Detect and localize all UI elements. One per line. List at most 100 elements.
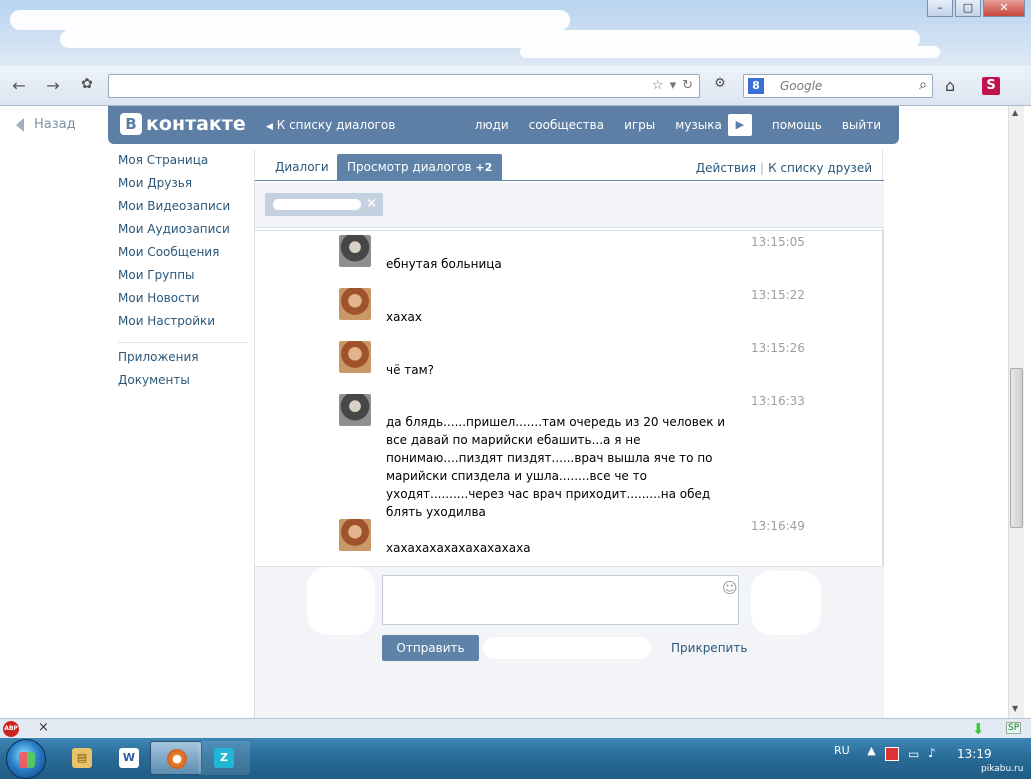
action-center-icon[interactable]: [885, 747, 899, 761]
back-label: Назад: [34, 117, 76, 132]
menu-people[interactable]: люди: [475, 118, 509, 136]
home-icon[interactable]: ⌂: [945, 76, 955, 95]
vk-logo-text: контакте: [146, 113, 246, 135]
vk-top-menu: люди сообщества игры музыка ▶ помощь вый…: [475, 114, 881, 136]
left-menu-item-groups[interactable]: Мои Группы: [118, 268, 248, 291]
scroll-down-icon[interactable]: ▼: [1012, 704, 1018, 713]
close-icon[interactable]: ×: [366, 196, 377, 211]
avatar[interactable]: [339, 519, 371, 551]
smile-icon[interactable]: ☺: [722, 579, 738, 597]
windows-logo-icon: [19, 752, 35, 768]
taskbar: ▤ W ● Z RU ▲ ▭ ♪ 13:19: [0, 738, 1031, 779]
menu-communities[interactable]: сообщества: [529, 118, 604, 136]
site-identity-icon[interactable]: ✿: [76, 76, 98, 92]
attach-link[interactable]: Прикрепить: [671, 641, 747, 655]
redaction: [307, 567, 375, 635]
avatar[interactable]: [339, 341, 371, 373]
left-menu-item-audio[interactable]: Мои Аудиозаписи: [118, 222, 248, 245]
dialogs-panel: Диалоги Просмотр диалогов +2 Действия | К …: [254, 150, 884, 718]
minimize-button[interactable]: –: [927, 0, 953, 17]
scroll-thumb[interactable]: [1010, 368, 1023, 528]
app-taskbar-button[interactable]: Z: [198, 741, 250, 775]
back-to-dialogs-link[interactable]: ◀ К списку диалогов: [266, 118, 395, 132]
tab-view-dialogs[interactable]: Просмотр диалогов +2: [337, 154, 503, 181]
left-menu: Моя Страница Мои Друзья Мои Видеозаписи …: [118, 153, 248, 396]
app-icon: Z: [214, 748, 234, 768]
left-menu-item-videos[interactable]: Мои Видеозаписи: [118, 199, 248, 222]
back-triangle-icon: [16, 117, 24, 132]
message-list: 13:15:05 ебнутая больница 13:15:22 хахах…: [255, 230, 884, 610]
message-text: чё там?: [386, 363, 435, 377]
search-box[interactable]: 8 Google ⌕: [743, 74, 933, 98]
redaction: [751, 571, 821, 635]
messages-scrollbar[interactable]: [882, 230, 884, 570]
left-menu-item-apps[interactable]: Приложения: [118, 350, 248, 373]
reload-icon[interactable]: ↻: [682, 78, 693, 93]
message-time: 13:16:33: [751, 394, 805, 408]
avatar[interactable]: [339, 394, 371, 426]
redaction: [10, 10, 570, 30]
menu-help[interactable]: помощь: [772, 118, 822, 136]
redaction: [483, 637, 651, 659]
start-button[interactable]: [6, 739, 46, 779]
friends-list-link[interactable]: К списку друзей: [768, 161, 872, 175]
message-time: 13:15:22: [751, 288, 805, 302]
download-icon[interactable]: ⬇: [972, 720, 985, 738]
message-input[interactable]: [382, 575, 739, 625]
back-arrow-icon[interactable]: ←: [8, 76, 30, 95]
word-icon: W: [119, 748, 139, 768]
close-button[interactable]: ✕: [983, 0, 1025, 17]
menu-music[interactable]: музыка: [675, 118, 722, 136]
tab-dialogs[interactable]: Диалоги: [265, 154, 339, 181]
participant-chip[interactable]: ×: [265, 193, 383, 216]
word-taskbar-button[interactable]: W: [103, 741, 155, 775]
volume-icon[interactable]: ♪: [928, 746, 936, 760]
search-icon[interactable]: ⌕: [919, 77, 927, 93]
clock[interactable]: 13:19: [957, 747, 992, 761]
vk-header: В контакте ◀ К списку диалогов люди сооб…: [108, 106, 899, 144]
left-menu-item-friends[interactable]: Мои Друзья: [118, 176, 248, 199]
music-play-icon[interactable]: ▶: [727, 114, 752, 136]
tabs-row: Диалоги Просмотр диалогов +2 Действия | К …: [255, 150, 884, 181]
close-icon[interactable]: ×: [38, 720, 49, 735]
left-menu-item-settings[interactable]: Мои Настройки: [118, 314, 248, 337]
back-link[interactable]: Назад: [16, 117, 76, 132]
actions-bar: Действия | К списку друзей: [696, 161, 872, 175]
message-text: да блядь......пришел.......там очередь и…: [386, 415, 726, 519]
language-indicator[interactable]: RU: [834, 744, 850, 757]
avatar[interactable]: [339, 235, 371, 267]
left-menu-item-messages[interactable]: Мои Сообщения: [118, 245, 248, 268]
vk-logo[interactable]: В контакте: [120, 113, 246, 135]
separator: |: [760, 161, 765, 175]
page-scrollbar[interactable]: ▲ ▼: [1008, 106, 1024, 718]
dropdown-icon[interactable]: ▾: [670, 78, 677, 93]
send-button[interactable]: Отправить: [382, 635, 479, 661]
system-tray: RU ▲: [834, 744, 876, 757]
adblock-icon[interactable]: ABP: [3, 721, 19, 737]
left-menu-item-documents[interactable]: Документы: [118, 373, 248, 396]
search-engine-icon[interactable]: 8: [748, 78, 764, 94]
scroll-up-icon[interactable]: ▲: [1012, 108, 1018, 117]
left-menu-item-my-page[interactable]: Моя Страница: [118, 153, 248, 176]
url-bar[interactable]: ☆ ▾ ↻: [108, 74, 700, 98]
explorer-taskbar-button[interactable]: ▤: [56, 741, 108, 775]
vk-logo-icon: В: [120, 113, 142, 135]
menu-logout[interactable]: выйти: [842, 118, 881, 136]
avatar[interactable]: [339, 288, 371, 320]
bookmark-star-icon[interactable]: ☆: [652, 78, 664, 93]
network-icon[interactable]: ▭: [908, 747, 919, 761]
left-menu-item-news[interactable]: Мои Новости: [118, 291, 248, 314]
firefox-taskbar-button[interactable]: ●: [150, 741, 202, 775]
message-time: 13:15:05: [751, 235, 805, 249]
actions-link[interactable]: Действия: [696, 161, 756, 175]
message-composer: ☺ Отправить Прикрепить: [255, 566, 884, 718]
sp-addon-icon[interactable]: SP: [1006, 722, 1022, 734]
addon-icon[interactable]: ⚙: [709, 76, 731, 91]
maximize-button[interactable]: □: [955, 0, 981, 17]
message-text: ебнутая больница: [386, 257, 502, 271]
menu-games[interactable]: игры: [624, 118, 655, 136]
redaction: [273, 199, 361, 210]
forward-arrow-icon[interactable]: →: [42, 76, 64, 95]
tray-expand-icon[interactable]: ▲: [867, 744, 875, 757]
s-addon-button[interactable]: S: [982, 77, 1000, 95]
